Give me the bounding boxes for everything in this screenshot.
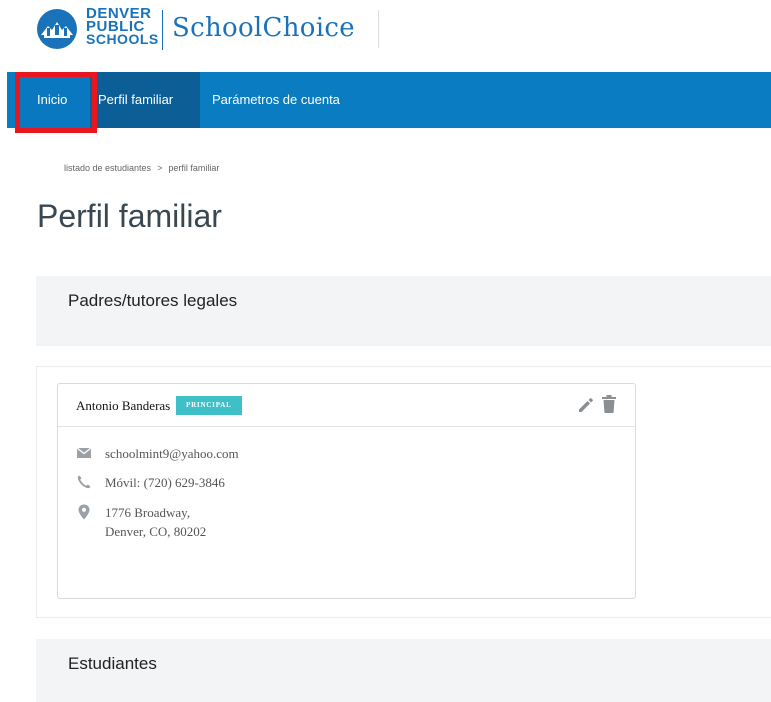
guardian-phone: Móvil: (720) 629-3846	[105, 475, 225, 490]
product-name: SchoolChoice	[172, 13, 355, 43]
logo-divider	[162, 10, 163, 50]
guardians-section-title: Padres/tutores legales	[68, 291, 238, 310]
trash-icon[interactable]	[601, 394, 617, 414]
breadcrumb-student-list[interactable]: listado de estudiantes	[64, 163, 151, 173]
envelope-icon	[76, 447, 92, 458]
guardians-section-header: Padres/tutores legales	[36, 276, 771, 346]
phone-icon	[77, 475, 91, 489]
brand-line3: SCHOOLS	[86, 31, 159, 47]
guardian-name: Antonio Banderas	[76, 398, 171, 413]
highlight-box	[15, 72, 97, 133]
pencil-icon[interactable]	[576, 395, 596, 415]
guardian-card: Antonio Banderas PRINCIPAL schoolmint9@y…	[57, 383, 636, 599]
guardian-card-header: Antonio Banderas PRINCIPAL	[58, 384, 635, 427]
guardian-address: 1776 Broadway, Denver, CO, 80202	[105, 503, 206, 541]
page-title: Perfil familiar	[37, 198, 222, 234]
breadcrumb: listado de estudiantes > perfil familiar	[64, 163, 219, 173]
primary-badge: PRINCIPAL	[176, 396, 242, 415]
breadcrumb-separator: >	[157, 163, 163, 173]
guardian-address-line1: 1776 Broadway,	[105, 505, 191, 520]
dps-logo-icon[interactable]	[36, 8, 78, 50]
site-header: DENVER PUBLIC SCHOOLS SchoolChoice	[0, 0, 771, 72]
map-pin-icon	[78, 504, 90, 520]
header-divider	[378, 10, 379, 48]
breadcrumb-family-profile: perfil familiar	[168, 163, 220, 173]
guardian-email[interactable]: schoolmint9@yahoo.com	[105, 444, 239, 463]
nav-item-family-profile[interactable]: Perfil familiar	[90, 72, 200, 128]
main-nav: Inicio Perfil familiar Parámetros de cue…	[7, 72, 771, 128]
nav-item-account-settings[interactable]: Parámetros de cuenta	[200, 72, 370, 128]
students-section-title: Estudiantes	[68, 654, 157, 673]
dps-wordmark: DENVER PUBLIC SCHOOLS	[86, 6, 159, 47]
guardian-address-line2: Denver, CO, 80202	[105, 524, 207, 539]
students-section-header: Estudiantes	[36, 639, 771, 702]
